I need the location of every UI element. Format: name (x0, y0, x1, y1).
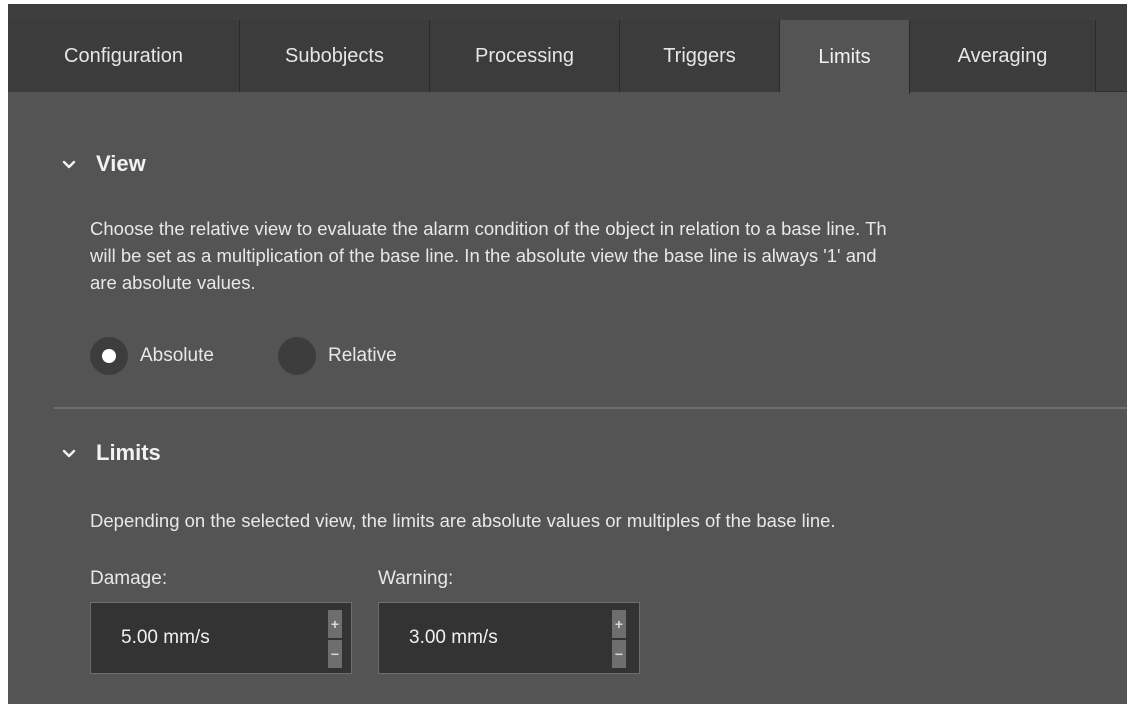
tab-limits[interactable]: Limits (780, 20, 910, 94)
damage-decrement-button[interactable]: − (328, 640, 342, 668)
tab-triggers[interactable]: Triggers (620, 20, 780, 92)
damage-stepper[interactable]: 5.00 mm/s + − (90, 602, 352, 674)
chevron-down-icon (62, 449, 76, 458)
tab-configuration[interactable]: Configuration (8, 20, 240, 92)
view-description-line: are absolute values. (90, 272, 256, 293)
view-description: Choose the relative view to evaluate the… (90, 215, 1127, 296)
tab-averaging[interactable]: Averaging (910, 20, 1096, 92)
view-section-title: View (96, 151, 146, 176)
limits-panel: Configuration Subobjects Processing Trig… (8, 4, 1127, 704)
warning-value: 3.00 mm/s (409, 627, 498, 648)
radio-relative[interactable]: Relative (278, 337, 397, 375)
damage-value: 5.00 mm/s (121, 627, 210, 648)
radio-relative-label: Relative (328, 345, 397, 366)
chevron-down-icon (62, 160, 76, 169)
radio-absolute-label: Absolute (140, 345, 214, 366)
section-divider (54, 407, 1127, 409)
tab-processing[interactable]: Processing (430, 20, 620, 92)
limits-description: Depending on the selected view, the limi… (90, 510, 836, 531)
view-description-line: will be set as a multiplication of the b… (90, 245, 877, 266)
warning-label: Warning: (378, 568, 454, 589)
damage-increment-button[interactable]: + (328, 610, 342, 638)
damage-input[interactable]: 5.00 mm/s (90, 602, 352, 674)
tab-bar: Configuration Subobjects Processing Trig… (8, 4, 1127, 94)
limits-section-header[interactable]: Limits (60, 440, 161, 466)
limits-section-title: Limits (96, 440, 161, 465)
view-section-header[interactable]: View (60, 151, 146, 177)
radio-button-icon (90, 337, 128, 375)
view-description-line: Choose the relative view to evaluate the… (90, 218, 887, 239)
tab-subobjects[interactable]: Subobjects (240, 20, 430, 92)
warning-input[interactable]: 3.00 mm/s (378, 602, 640, 674)
radio-button-icon (278, 337, 316, 375)
radio-absolute[interactable]: Absolute (90, 337, 214, 375)
warning-stepper[interactable]: 3.00 mm/s + − (378, 602, 640, 674)
damage-label: Damage: (90, 568, 168, 589)
warning-decrement-button[interactable]: − (612, 640, 626, 668)
warning-increment-button[interactable]: + (612, 610, 626, 638)
